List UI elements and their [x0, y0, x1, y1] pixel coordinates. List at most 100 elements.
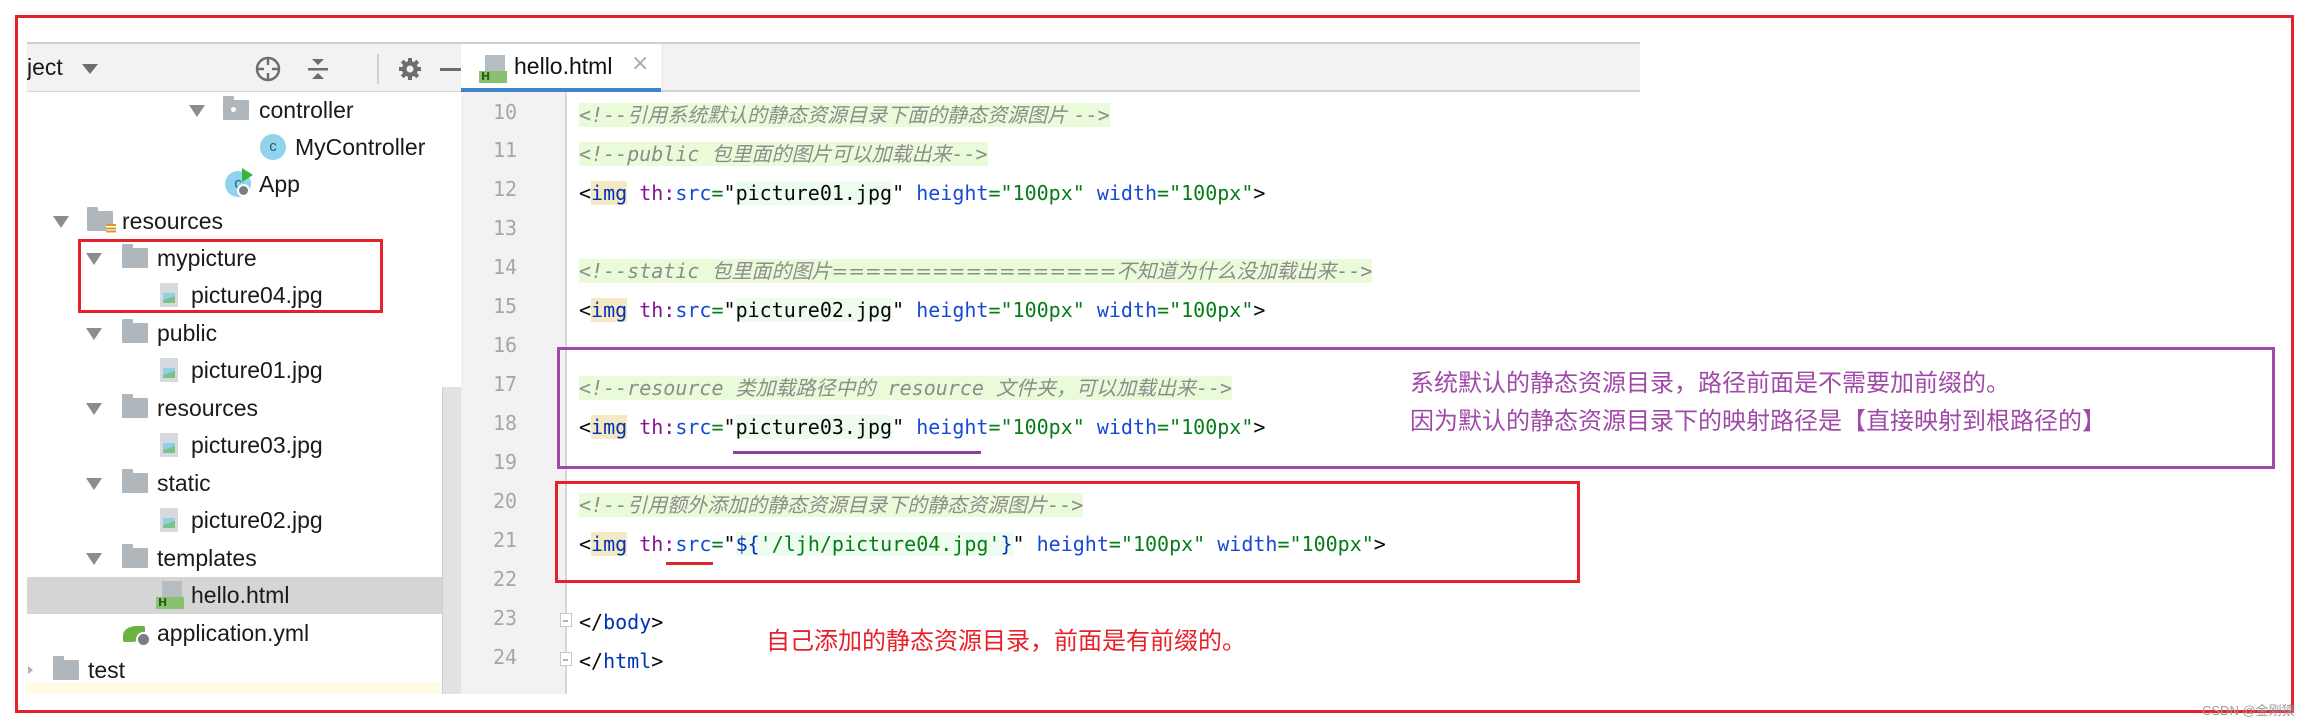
tree-item-hello-html[interactable]: H hello.html: [27, 577, 461, 614]
collapse-all-icon[interactable]: [303, 54, 333, 84]
expand-arrow-icon[interactable]: [189, 105, 205, 117]
code-line-12[interactable]: <img th:src="picture01.jpg" height="100p…: [579, 174, 1265, 212]
line-number: 15: [493, 294, 518, 318]
package-folder-icon: [223, 96, 249, 120]
line-number: 22: [493, 567, 518, 591]
line-number: 23: [493, 606, 518, 630]
spring-yml-icon: [123, 620, 153, 648]
expand-arrow-icon[interactable]: [86, 328, 102, 340]
code-line-11[interactable]: <!--public 包里面的图片可以加载出来-->: [579, 135, 988, 173]
line-number: 10: [493, 100, 518, 124]
tree-item-label: picture03.jpg: [191, 432, 323, 458]
gear-icon[interactable]: [395, 54, 425, 84]
code-line-23[interactable]: </body>: [579, 603, 663, 641]
tree-item-resources[interactable]: resources: [27, 390, 461, 427]
image-file-icon: [160, 508, 178, 532]
collapsed-arrow-icon[interactable]: [28, 666, 33, 674]
tree-item-picture01[interactable]: picture01.jpg: [27, 352, 461, 389]
project-panel-header: ject: [27, 42, 461, 92]
comment: <!--public 包里面的图片可以加载出来-->: [579, 142, 988, 166]
project-view-title[interactable]: ject: [27, 54, 63, 81]
annotation-underline-picture03: [733, 451, 981, 454]
editor-gutter: 10 11 12 13 14 15 16 17 18 19 20 21 22 2…: [461, 92, 567, 694]
html-file-icon: H: [479, 55, 507, 83]
tree-item-label: MyController: [295, 134, 426, 160]
tree-item-label: picture01.jpg: [191, 357, 323, 383]
project-tool-window: ject controller c MyController c App res…: [27, 42, 461, 694]
expand-arrow-icon[interactable]: [86, 478, 102, 490]
tree-item-label: controller: [259, 97, 354, 123]
comment: <!--引用系统默认的静态资源目录下面的静态资源图片 -->: [579, 103, 1110, 127]
line-number: 14: [493, 255, 518, 279]
tree-item-static[interactable]: static: [27, 465, 461, 502]
annotation-underline-ljh: [666, 562, 713, 565]
folder-icon: [122, 394, 148, 418]
minimize-icon[interactable]: [439, 54, 461, 84]
line-number: 24: [493, 645, 518, 669]
line-number: 19: [493, 450, 518, 474]
code-line-14[interactable]: <!--static 包里面的图片=================不知道为什么…: [579, 252, 1373, 290]
close-icon[interactable]: ×: [631, 51, 649, 76]
folder-icon: [122, 469, 148, 493]
tab-hello-html[interactable]: H hello.html ×: [461, 44, 661, 92]
editor-tab-bar: H hello.html ×: [461, 42, 1640, 92]
run-badge-icon: [242, 168, 253, 182]
tree-item-label: resources: [157, 395, 258, 421]
tree-item-label: templates: [157, 545, 257, 571]
fold-icon[interactable]: [560, 613, 572, 627]
folder-icon: [122, 319, 148, 343]
tree-item-label: test: [88, 657, 126, 683]
tree-item-public[interactable]: public: [27, 315, 461, 352]
header-separator: [377, 54, 379, 84]
expand-arrow-icon[interactable]: [86, 403, 102, 415]
tree-item-mycontroller[interactable]: c MyController: [27, 129, 461, 166]
tree-item-label: picture02.jpg: [191, 507, 323, 533]
code-line-15[interactable]: <img th:src="picture02.jpg" height="100p…: [579, 291, 1265, 329]
line-number: 20: [493, 489, 518, 513]
tree-item-resources-root[interactable]: resources: [27, 203, 461, 240]
tree-item-label: public: [157, 320, 218, 346]
tree-item-picture02[interactable]: picture02.jpg: [27, 502, 461, 539]
annotation-note-default-1: 系统默认的静态资源目录，路径前面是不需要加前缀的。: [1410, 369, 2010, 397]
status-strip: [27, 682, 461, 694]
tab-label: hello.html: [514, 53, 613, 79]
tree-item-application-yml[interactable]: application.yml: [27, 615, 461, 652]
tree-item-label: resources: [122, 208, 223, 234]
image-file-icon: [160, 358, 178, 382]
code-line-24[interactable]: </html>: [579, 642, 663, 680]
tree-item-picture03[interactable]: picture03.jpg: [27, 427, 461, 464]
line-number: 17: [493, 372, 518, 396]
watermark: CSDN @金刚猿: [2202, 703, 2295, 718]
locate-icon[interactable]: [253, 54, 283, 84]
project-scrollbar[interactable]: [442, 387, 461, 694]
tree-item-app[interactable]: c App: [27, 166, 461, 203]
annotation-note-custom: 自己添加的静态资源目录，前面是有前缀的。: [766, 627, 1246, 655]
annotation-box-mypicture: [78, 239, 383, 313]
annotation-note-default-2: 因为默认的静态资源目录下的映射路径是【直接映射到根路径的】: [1410, 407, 2106, 435]
folder-icon: [122, 544, 148, 568]
line-number: 16: [493, 333, 518, 357]
line-number: 21: [493, 528, 518, 552]
chevron-down-icon[interactable]: [82, 64, 98, 74]
folder-icon: [53, 656, 79, 680]
resources-folder-icon: [87, 207, 116, 234]
line-number: 18: [493, 411, 518, 435]
tree-item-label: application.yml: [157, 620, 310, 646]
tree-item-controller[interactable]: controller: [27, 92, 461, 129]
line-number: 12: [493, 177, 518, 201]
spring-gear-icon: [237, 184, 250, 197]
line-number: 11: [493, 138, 518, 162]
comment: <!--static 包里面的图片=================不知道为什么…: [579, 259, 1373, 283]
tree-item-label: static: [157, 470, 211, 496]
annotation-box-custom-static: [555, 481, 1580, 583]
expand-arrow-icon[interactable]: [53, 216, 69, 228]
tree-item-templates[interactable]: templates: [27, 540, 461, 577]
code-line-10[interactable]: <!--引用系统默认的静态资源目录下面的静态资源图片 -->: [579, 96, 1110, 134]
expand-arrow-icon[interactable]: [86, 553, 102, 565]
class-icon: c: [260, 134, 286, 160]
tree-item-label: App: [259, 171, 300, 197]
image-file-icon: [160, 433, 178, 457]
html-file-icon: H: [156, 581, 184, 609]
fold-icon[interactable]: [560, 652, 572, 666]
tree-item-label: hello.html: [191, 582, 290, 608]
